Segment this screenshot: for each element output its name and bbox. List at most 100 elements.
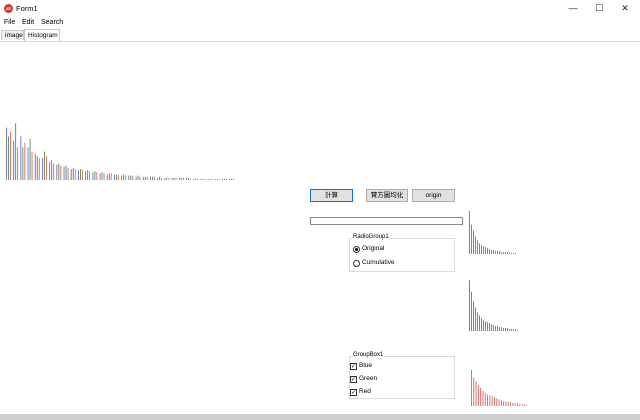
main-green-bar-23 [173,177,175,180]
green-bar-12 [493,325,494,331]
green-bar-16 [501,327,502,331]
main-green-bar-19 [144,176,146,180]
blue-bar-3 [475,236,476,254]
green-bar-1 [471,291,472,331]
main-red-bar-5 [46,156,47,180]
main-green-bar-27 [202,178,204,180]
progress-bar [310,217,463,225]
main-blue-bar-16 [121,175,123,180]
blue-bar-1 [471,224,472,254]
green-bar-8 [485,321,486,331]
red-bar-15 [505,401,507,406]
close-button[interactable]: ✕ [612,0,638,17]
green-bar-10 [489,323,490,331]
main-blue-bar-28 [207,178,209,180]
calculate-button[interactable]: 計算 [310,189,353,202]
main-red-bar-9 [74,169,76,180]
red-bar-17 [510,402,511,406]
main-green-bar-8 [65,165,67,180]
equalize-button[interactable]: 賛方圖均化 [366,189,408,202]
red-bar-13 [500,400,502,406]
main-red-bar-11 [89,171,91,180]
main-red-bar-0 [10,132,11,180]
checkbox-red[interactable]: ✓ [350,389,357,396]
main-red-bar-24 [182,177,184,180]
minimize-button[interactable]: — [560,0,586,17]
main-blue-bar-22 [164,177,166,180]
main-red-bar-26 [197,178,199,180]
red-bar-4 [480,387,482,406]
green-bar-17 [503,328,504,331]
app-icon: XE [4,4,13,13]
radio-cumulative[interactable] [353,260,360,267]
green-bar-24 [517,330,518,331]
blue-bar-0 [469,210,470,254]
radio-original-label[interactable]: Original [362,245,384,253]
main-blue-bar-0 [6,127,7,180]
main-red-bar-23 [175,177,177,180]
blue-bar-23 [515,253,516,254]
main-blue-bar-7 [56,164,58,180]
green-bar-7 [483,320,484,331]
tab-image[interactable]: image [1,30,24,40]
blue-bar-13 [495,251,496,254]
radio-original[interactable] [353,246,360,253]
window-title: Form1 [16,4,38,13]
main-green-bar-22 [166,177,168,180]
radio-cumulative-label[interactable]: Cumulative [362,259,395,267]
main-green-bar-20 [152,176,153,180]
green-bar-2 [473,301,474,331]
green-bar-9 [487,322,488,331]
main-blue-bar-15 [114,174,115,180]
red-bar-10 [494,397,495,406]
main-blue-bar-29 [214,178,216,180]
checkbox-blue-label[interactable]: Blue [359,362,372,370]
main-blue-bar-6 [49,162,51,180]
title-bar: XE Form1 — ☐ ✕ [0,0,640,17]
origin-button[interactable]: origin [412,189,455,202]
menu-search[interactable]: Search [41,17,63,28]
red-bar-7 [487,394,488,406]
main-green-bar-17 [130,175,132,180]
main-red-bar-16 [125,175,127,180]
menu-file[interactable]: File [4,17,15,28]
blue-bar-9 [487,248,488,254]
red-bar-22 [521,404,523,406]
main-red-bar-7 [60,165,62,180]
main-red-bar-25 [190,178,191,180]
main-green-bar-6 [51,160,53,180]
blue-bar-11 [491,250,492,254]
taskbar-strip [0,414,640,420]
main-green-bar-5 [44,151,45,180]
main-blue-bar-24 [178,177,180,180]
checkbox-green[interactable]: ✓ [350,376,357,383]
main-red-bar-14 [110,173,112,180]
blue-bar-16 [501,252,502,254]
main-green-bar-14 [108,173,110,180]
main-blue-bar-8 [63,166,65,180]
red-bar-23 [523,404,525,406]
main-red-bar-28 [211,178,213,180]
tab-strip: image Histogram [0,28,640,42]
red-bar-0 [471,369,472,406]
red-bar-14 [503,401,505,406]
main-red-bar-30 [226,178,227,180]
blue-bar-8 [485,247,486,254]
checkbox-green-label[interactable]: Green [359,375,377,383]
checkbox-red-label[interactable]: Red [359,388,371,396]
blue-bar-2 [473,230,474,254]
main-red-bar-2 [24,142,26,180]
tab-histogram[interactable]: Histogram [24,29,60,41]
green-bar-0 [469,279,470,331]
blue-bar-22 [513,253,514,254]
green-bar-13 [495,326,496,331]
menu-edit[interactable]: Edit [22,17,34,28]
main-green-bar-24 [180,177,182,180]
main-blue-bar-17 [128,175,130,180]
main-red-bar-12 [96,172,98,180]
maximize-button[interactable]: ☐ [586,0,612,17]
checkbox-blue[interactable]: ✓ [350,363,357,370]
main-red-bar-10 [82,170,83,180]
main-green-bar-29 [216,178,218,180]
main-red-bar-13 [103,173,105,180]
